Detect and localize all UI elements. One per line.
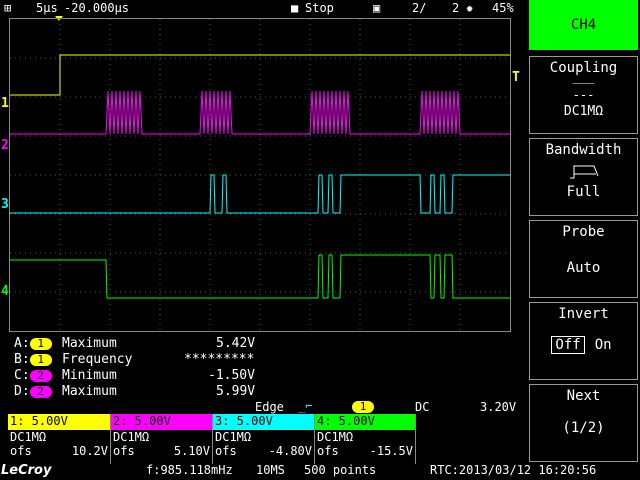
memory-index: 2/ — [412, 1, 427, 15]
ch2-settings[interactable]: 2: 5.00V DC1MΩ ofs 5.10V — [110, 414, 212, 464]
record-length: 500 points — [304, 463, 377, 477]
coupling-label: Coupling — [549, 60, 618, 76]
battery-level: 45% — [492, 1, 514, 15]
bandwidth-button[interactable]: Bandwidth Full — [529, 138, 638, 216]
next-label: Next — [566, 388, 601, 404]
trigger-level-marker[interactable]: T — [512, 70, 520, 85]
lowpass-filter-icon — [569, 165, 598, 179]
ch3-coupling: DC1MΩ — [215, 430, 252, 444]
ofs-label: ofs — [317, 444, 339, 458]
invert-off-option[interactable]: Off — [551, 336, 585, 354]
menu-title-ch4[interactable]: CH4 — [529, 0, 638, 50]
measurement-slot: A: — [14, 336, 30, 351]
ch4-offset: -15.5V — [369, 444, 413, 458]
ofs-label: ofs — [215, 444, 237, 458]
ch3-header: 3: 5.00V — [213, 414, 314, 430]
ch4-coupling: DC1MΩ — [317, 430, 354, 444]
invert-button[interactable]: Invert Off On — [529, 302, 638, 380]
run-state[interactable]: Stop — [305, 1, 334, 15]
channel-badge: 2 — [29, 385, 52, 398]
ch2-header: 2: 5.00V — [111, 414, 212, 430]
probe-label: Probe — [562, 224, 605, 240]
rising-edge-icon: _⌐ — [298, 399, 313, 413]
measurement-d: D: 2 Maximum 5.99V — [14, 384, 255, 399]
measurement-slot: B: — [14, 352, 30, 367]
ofs-label: ofs — [10, 444, 32, 458]
trigger-status: Edge _⌐ 1 DC 3.20V — [0, 399, 527, 414]
bandwidth-label: Bandwidth — [545, 142, 622, 158]
trigger-type: Edge — [255, 400, 284, 414]
ch3-marker[interactable]: 3 — [1, 197, 9, 212]
ch3-settings[interactable]: 3: 5.00V DC1MΩ ofs -4.80V — [212, 414, 314, 464]
measurement-c: C: 2 Minimum -1.50V — [14, 368, 255, 383]
trigger-source-badge: 1 — [352, 401, 374, 413]
ch2-offset: 5.10V — [173, 444, 210, 458]
coupling-value: DC1MΩ — [563, 104, 604, 119]
timebase-icon: ⊞ — [4, 1, 12, 15]
channel-badge: 1 — [29, 337, 52, 350]
measurement-name: Maximum — [62, 336, 117, 351]
rtc-clock: RTC:2013/03/12 16:20:56 — [430, 463, 597, 477]
trigger-level: 3.20V — [480, 400, 517, 414]
measurement-value: 5.99V — [216, 384, 256, 399]
channel-badge: 1 — [29, 353, 52, 366]
ch4-marker[interactable]: 4 — [1, 284, 9, 299]
graticule — [10, 19, 510, 331]
waveform-svg — [10, 19, 510, 331]
dc-coupling-icon: ‾‾‾ --- — [572, 82, 595, 102]
coupling-button[interactable]: Coupling ‾‾‾ --- DC1MΩ — [529, 56, 638, 134]
ch1-settings[interactable]: 1: 5.00V DC1MΩ ofs 10.2V — [8, 414, 110, 464]
ch4-header: 4: 5.00V — [315, 414, 415, 430]
menu-page: (1/2) — [562, 420, 605, 436]
invert-label: Invert — [558, 306, 609, 322]
channel-badge: 2 — [29, 369, 52, 382]
measurement-name: Maximum — [62, 384, 117, 399]
timebase-readout: 5µs — [36, 1, 58, 15]
measurement-name: Frequency — [62, 352, 133, 367]
memory-total: 2 — [452, 1, 460, 15]
trigger-coupling: DC — [415, 400, 430, 414]
waveform-display — [9, 18, 511, 332]
measurement-a: A: 1 Maximum 5.42V — [14, 336, 255, 351]
ofs-label: ofs — [113, 444, 135, 458]
top-status-bar: ⊞ 5µs -20.000µs ■ Stop ▣ 2/ 2 ✹ 45% — [0, 0, 527, 18]
ch3-offset: -4.80V — [268, 444, 312, 458]
ch4-settings[interactable]: 4: 5.00V DC1MΩ ofs -15.5V — [314, 414, 416, 464]
frequency-counter: f:985.118mHz — [146, 463, 233, 477]
ch1-offset: 10.2V — [71, 444, 108, 458]
measurement-value: -1.50V — [208, 368, 255, 383]
measurement-name: Minimum — [62, 368, 117, 383]
brand-logo: LeCroy — [1, 463, 52, 478]
next-button[interactable]: Next (1/2) — [529, 384, 638, 462]
bottom-status-bar: LeCroy f:985.118mHz 10MS 500 points RTC:… — [0, 462, 640, 480]
measurement-value: ********* — [184, 352, 255, 367]
measurement-slot: C: — [14, 368, 30, 383]
probe-value: Auto — [566, 260, 601, 276]
ch1-header: 1: 5.00V — [8, 414, 110, 430]
ch2-coupling: DC1MΩ — [113, 430, 150, 444]
battery-icon: ✹ — [466, 1, 474, 15]
measurement-slot: D: — [14, 384, 30, 399]
memory-icon: ▣ — [373, 1, 381, 15]
delay-readout: -20.000µs — [64, 1, 130, 15]
bandwidth-value: Full — [566, 184, 601, 200]
ch1-marker[interactable]: 1 — [1, 96, 9, 111]
ch1-coupling: DC1MΩ — [10, 430, 47, 444]
measurement-value: 5.42V — [216, 336, 256, 351]
measurement-b: B: 1 Frequency ********* — [14, 352, 254, 367]
ch2-marker[interactable]: 2 — [1, 138, 9, 153]
side-menu: CH4 Coupling ‾‾‾ --- DC1MΩ Bandwidth Full… — [527, 0, 640, 462]
sample-rate: 10MS — [256, 463, 285, 477]
probe-button[interactable]: Probe Auto — [529, 220, 638, 298]
invert-on-option[interactable]: On — [590, 336, 616, 354]
stop-icon: ■ — [291, 1, 299, 15]
